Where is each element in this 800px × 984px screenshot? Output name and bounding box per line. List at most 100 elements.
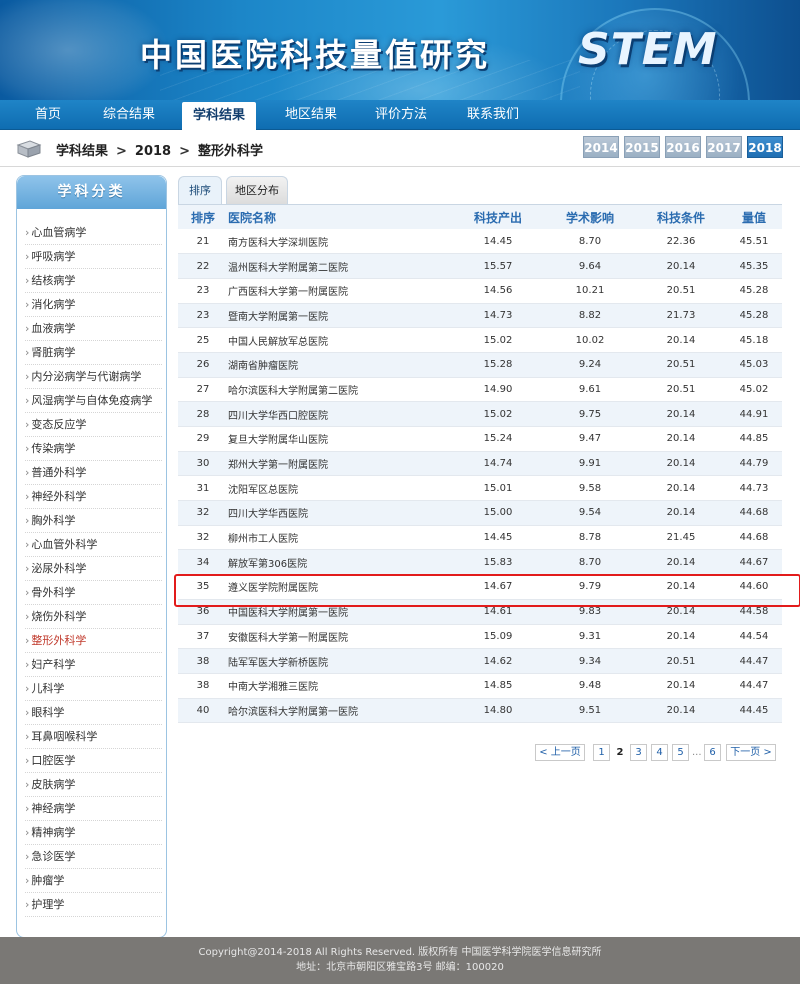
sidebar-item[interactable]: › 变态反应学 [25,413,162,437]
breadcrumb-year[interactable]: 2018 [135,144,171,159]
sidebar-item[interactable]: › 儿科学 [25,677,162,701]
sidebar-item[interactable]: › 消化病学 [25,293,162,317]
sidebar-item[interactable]: › 胸外科学 [25,509,162,533]
cell-research-conditions: 21.45 [636,525,726,551]
subject-list: › 心血管病学 › 呼吸病学 › 结核病学 › 消化病学 › 血液病学 › 肾脏病学 › 内分泌病学与代谢… [17,209,166,917]
cell-hospital-name: 遵义医学院附属医院 [228,574,452,600]
page-button-5[interactable]: 5 [672,744,689,761]
cell-rank: 26 [178,352,228,378]
sidebar-item[interactable]: › 妇产科学 [25,653,162,677]
footer: Copyright@2014-2018 All Rights Reserved.… [0,937,800,984]
cell-score: 44.68 [726,500,782,526]
tab-ranking[interactable]: 排序 [178,176,222,204]
page-button-1[interactable]: 1 [593,744,610,761]
sidebar-item-label: 风湿病学与自体免疫病学 [31,394,153,407]
sidebar-item[interactable]: › 内分泌病学与代谢病学 [25,365,162,389]
cell-academic-impact: 9.34 [544,648,636,674]
cell-score: 44.73 [726,475,782,502]
sidebar-item-label: 儿科学 [31,682,65,695]
cell-score: 44.58 [726,599,782,625]
sidebar-item[interactable]: › 整形外科学 [25,629,162,653]
cell-rank: 23 [178,278,228,304]
sidebar-item[interactable]: › 眼科学 [25,701,162,725]
nav-subject-results[interactable]: 学科结果 [182,102,256,131]
next-page-button[interactable]: 下一页 > [726,744,776,761]
sidebar-item[interactable]: › 呼吸病学 [25,245,162,269]
cell-hospital-name: 温州医科大学附属第二医院 [228,253,452,279]
cell-hospital-name: 四川大学华西口腔医院 [228,401,452,427]
sidebar-item-label: 内分泌病学与代谢病学 [31,370,142,383]
year-button-2014[interactable]: 2014 [583,136,619,158]
cell-hospital-name: 广西医科大学第一附属医院 [228,278,452,304]
cell-research-conditions: 20.14 [636,673,726,699]
cell-research-output: 15.83 [452,549,544,576]
year-button-2015[interactable]: 2015 [624,136,660,158]
bullet-icon: › [25,850,30,863]
table-row: 29 复旦大学附属华山医院 15.24 9.47 20.14 44.85 [178,426,782,452]
sidebar-item[interactable]: › 急诊医学 [25,845,162,869]
cell-research-output: 14.45 [452,525,544,551]
nav-region-results[interactable]: 地区结果 [278,100,344,130]
nav-contact-us[interactable]: 联系我们 [460,100,526,130]
sidebar-item-label: 整形外科学 [31,634,87,647]
cell-score: 44.68 [726,525,782,551]
nav-overall-results[interactable]: 综合结果 [96,100,162,130]
sidebar-item[interactable]: › 骨外科学 [25,581,162,605]
sidebar-item[interactable]: › 神经病学 [25,797,162,821]
sidebar-item[interactable]: › 心血管病学 [25,221,162,245]
bullet-icon: › [25,394,30,407]
sidebar-item[interactable]: › 神经外科学 [25,485,162,509]
cell-research-output: 15.02 [452,327,544,353]
cell-rank: 37 [178,624,228,650]
stem-logo[interactable]: STEM [578,24,718,75]
nav-evaluation-method[interactable]: 评价方法 [368,100,434,130]
page-button-4[interactable]: 4 [651,744,668,761]
sidebar-item[interactable]: › 耳鼻咽喉科学 [25,725,162,749]
bullet-icon: › [25,370,30,383]
sidebar-item[interactable]: › 精神病学 [25,821,162,845]
cell-academic-impact: 8.78 [544,525,636,551]
year-button-2018[interactable]: 2018 [747,136,783,158]
cell-research-conditions: 20.51 [636,377,726,403]
sidebar-item[interactable]: › 泌尿外科学 [25,557,162,581]
cell-rank: 40 [178,698,228,724]
sidebar-item[interactable]: › 皮肤病学 [25,773,162,797]
cell-score: 45.35 [726,253,782,279]
sidebar-item-label: 烧伤外科学 [31,610,87,623]
sidebar-item[interactable]: › 结核病学 [25,269,162,293]
cell-score: 45.02 [726,377,782,403]
prev-page-button[interactable]: < 上一页 [535,744,585,761]
sidebar-item[interactable]: › 烧伤外科学 [25,605,162,629]
book-icon [16,140,42,158]
sidebar-item[interactable]: › 肿瘤学 [25,869,162,893]
sidebar-item-label: 妇产科学 [31,658,76,671]
sidebar-item-label: 肾脏病学 [31,346,76,359]
sidebar-item[interactable]: › 肾脏病学 [25,341,162,365]
year-button-2016[interactable]: 2016 [665,136,701,158]
cell-research-output: 14.67 [452,574,544,600]
sidebar-item[interactable]: › 口腔医学 [25,749,162,773]
sidebar-item[interactable]: › 普通外科学 [25,461,162,485]
sidebar-item[interactable]: › 风湿病学与自体免疫病学 [25,389,162,413]
breadcrumb-section[interactable]: 学科结果 [56,140,108,159]
sidebar-item[interactable]: › 传染病学 [25,437,162,461]
bullet-icon: › [25,778,30,791]
year-button-2017[interactable]: 2017 [706,136,742,158]
table-row: 21 南方医科大学深圳医院 14.45 8.70 22.36 45.51 [178,229,782,255]
nav-home[interactable]: 首页 [22,100,74,130]
tab-region-distribution[interactable]: 地区分布 [226,176,288,204]
table-row: 27 哈尔滨医科大学附属第二医院 14.90 9.61 20.51 45.02 [178,377,782,403]
table-row: 32 柳州市工人医院 14.45 8.78 21.45 44.68 [178,525,782,551]
sidebar-item[interactable]: › 护理学 [25,893,162,917]
cell-hospital-name: 沈阳军区总医院 [228,475,452,502]
cell-score: 44.85 [726,426,782,452]
sidebar-item[interactable]: › 心血管外科学 [25,533,162,557]
cell-rank: 32 [178,500,228,526]
cell-research-conditions: 20.14 [636,401,726,427]
page-button-6[interactable]: 6 [704,744,721,761]
page-button-3[interactable]: 3 [630,744,647,761]
bullet-icon: › [25,802,30,815]
sidebar-item[interactable]: › 血液病学 [25,317,162,341]
cell-academic-impact: 9.47 [544,426,636,452]
cell-rank: 27 [178,377,228,403]
